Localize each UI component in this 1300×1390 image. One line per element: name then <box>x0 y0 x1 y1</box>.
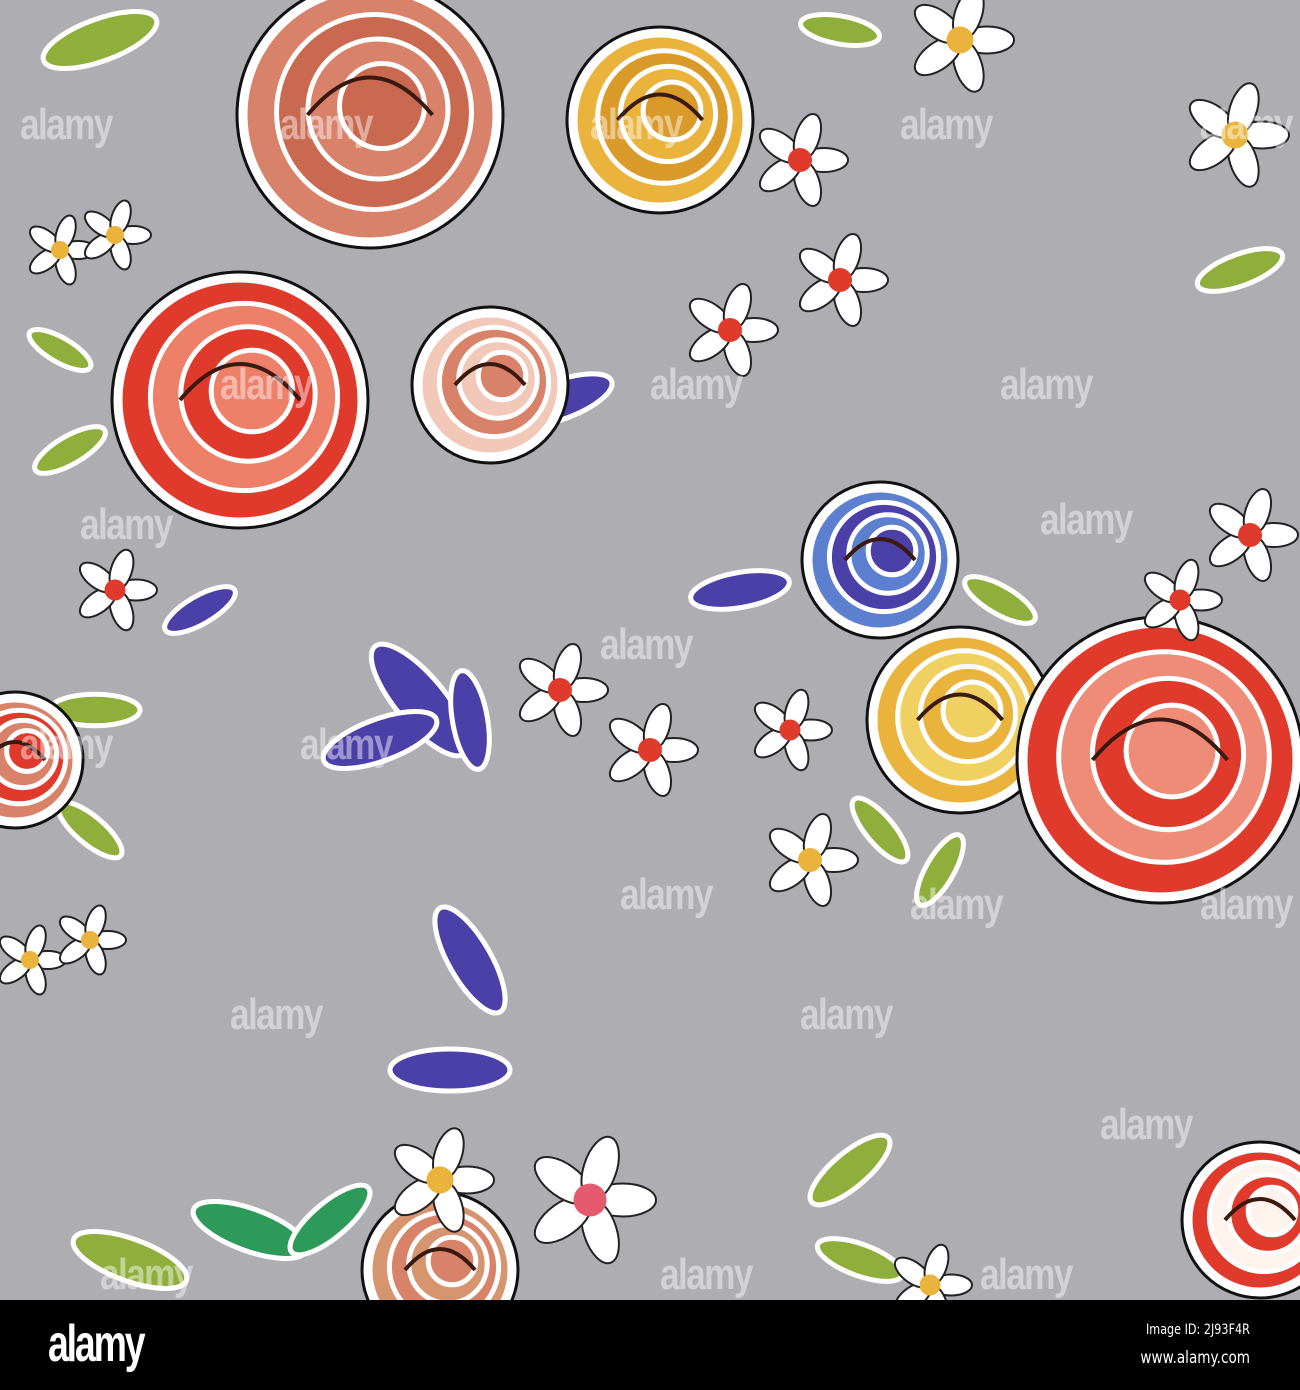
watermark: alamy <box>910 880 1003 929</box>
watermark: alamy <box>650 360 743 409</box>
website-url: www.alamy.com <box>1140 1348 1250 1368</box>
blossom-center <box>573 1183 607 1217</box>
leaf <box>387 1046 513 1094</box>
blossom-center <box>81 931 99 949</box>
leaf <box>162 584 238 636</box>
watermark: alamy <box>660 1250 753 1299</box>
blossom-center <box>779 719 801 741</box>
leaf <box>26 327 94 373</box>
watermark: alamy <box>620 870 713 919</box>
blossom-center <box>106 226 124 244</box>
watermark: alamy <box>1200 100 1293 149</box>
watermark: alamy <box>1040 495 1133 544</box>
blossom-center <box>828 268 852 292</box>
watermark: alamy <box>1000 360 1093 409</box>
watermark: alamy <box>230 990 323 1039</box>
watermark: alamy <box>100 1250 193 1299</box>
leaf <box>798 12 882 48</box>
watermark: alamy <box>1200 880 1293 929</box>
watermark: alamy <box>800 990 893 1039</box>
leaf <box>807 1132 893 1208</box>
alamy-logo: alamy <box>48 1315 146 1373</box>
blossom-center <box>798 848 822 872</box>
leaf <box>40 9 160 71</box>
blossom-center <box>1169 589 1191 611</box>
blossom-center <box>638 738 662 762</box>
leaf <box>688 568 792 612</box>
blossom-center <box>718 318 742 342</box>
floral-pattern-image: alamy alamy alamy alamy alamy alamy alamy alamy… <box>0 0 1300 1350</box>
leaf <box>1194 246 1286 294</box>
watermark: alamy <box>600 620 693 669</box>
leaf <box>432 904 508 1016</box>
image-id: Image ID: 2J93F4R <box>1146 1322 1250 1338</box>
blossom-center <box>426 1166 454 1194</box>
blossom-center <box>548 678 572 702</box>
watermark: alamy <box>20 100 113 149</box>
watermark: alamy <box>80 500 173 549</box>
blossom-center <box>21 951 39 969</box>
blossom-center <box>946 26 974 54</box>
blossom-center <box>919 1274 941 1296</box>
watermark: alamy <box>590 100 683 149</box>
watermark: alamy <box>280 100 373 149</box>
leaf <box>32 424 108 476</box>
watermark: alamy <box>20 720 113 769</box>
blossom-center <box>788 148 812 172</box>
watermark: alamy <box>980 1250 1073 1299</box>
leaf <box>814 1236 906 1284</box>
watermark: alamy <box>900 100 993 149</box>
footer-bar: alamy Image ID: 2J93F4R www.alamy.com <box>0 1300 1300 1390</box>
leaf <box>962 574 1038 626</box>
blossom-center <box>104 579 126 601</box>
blossom-center <box>1238 523 1262 547</box>
watermark: alamy <box>1100 1100 1193 1149</box>
blossom-center <box>51 241 69 259</box>
watermark: alamy <box>300 720 393 769</box>
watermark: alamy <box>220 360 313 409</box>
